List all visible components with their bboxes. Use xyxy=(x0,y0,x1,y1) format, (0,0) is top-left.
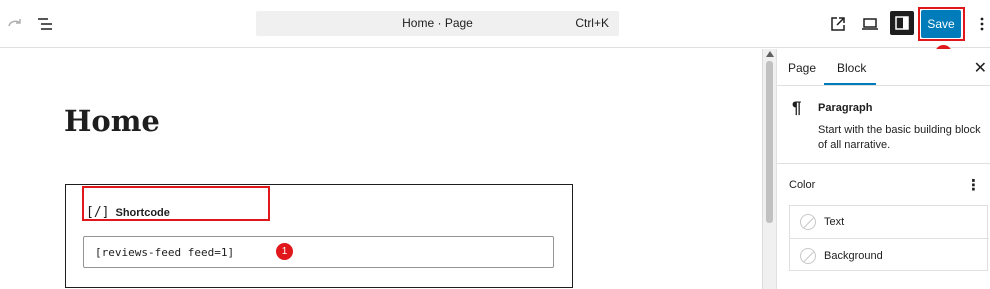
color-item-background[interactable]: Background xyxy=(790,239,989,272)
block-card-description: Start with the basic building block of a… xyxy=(818,124,981,151)
input-highlight-box xyxy=(82,186,270,221)
shortcode-input[interactable]: [reviews-feed feed=1] xyxy=(83,236,554,268)
active-tab-indicator xyxy=(824,83,876,85)
editor-toolbar: Home · Page Ctrl+K Save xyxy=(0,0,990,48)
laptop-preview-icon[interactable] xyxy=(858,12,882,36)
close-icon[interactable]: ✕ xyxy=(974,58,987,78)
editor-canvas[interactable]: Home [/] Shortcode [reviews-feed feed=1] xyxy=(0,49,762,289)
step-marker-1: 1 xyxy=(276,243,293,260)
sidebar-toggle-icon[interactable] xyxy=(890,11,914,35)
paragraph-icon: ¶ xyxy=(792,98,802,117)
list-view-icon[interactable] xyxy=(33,12,57,36)
redo-icon[interactable] xyxy=(3,12,27,36)
command-palette-bar[interactable]: Home · Page Ctrl+K xyxy=(256,11,619,36)
block-card-title: Paragraph xyxy=(818,102,873,114)
shortcut-hint: Ctrl+K xyxy=(575,16,609,30)
empty-swatch-icon xyxy=(800,247,816,264)
color-item-label: Text xyxy=(824,216,845,228)
color-panel: Color ⋮ Text Background xyxy=(777,165,990,289)
scrollbar-thumb[interactable] xyxy=(766,61,773,223)
canvas-scrollbar[interactable] xyxy=(762,49,776,289)
tab-block[interactable]: Block xyxy=(837,61,866,75)
color-options-icon[interactable]: ⋮ xyxy=(966,176,981,194)
vertical-ellipsis-icon[interactable] xyxy=(970,12,990,36)
page-title[interactable]: Home xyxy=(64,104,160,138)
sidebar-tabs: Page Block ✕ xyxy=(777,49,990,86)
block-card: ¶ Paragraph Start with the basic buildin… xyxy=(777,87,990,164)
scroll-up-arrow-icon[interactable] xyxy=(766,51,774,57)
color-item-text[interactable]: Text xyxy=(790,206,989,239)
color-list: Text Background xyxy=(789,205,989,272)
external-link-icon[interactable] xyxy=(826,12,850,36)
document-title: Home · Page xyxy=(402,16,473,30)
save-button[interactable]: Save xyxy=(921,10,961,38)
tab-page[interactable]: Page xyxy=(788,61,816,75)
empty-swatch-icon xyxy=(800,214,816,230)
shortcode-input-value: [reviews-feed feed=1] xyxy=(95,246,235,259)
color-item-label: Background xyxy=(824,249,883,262)
color-panel-title: Color xyxy=(789,179,816,191)
settings-sidebar: Page Block ✕ ¶ Paragraph Start with the … xyxy=(776,49,990,289)
